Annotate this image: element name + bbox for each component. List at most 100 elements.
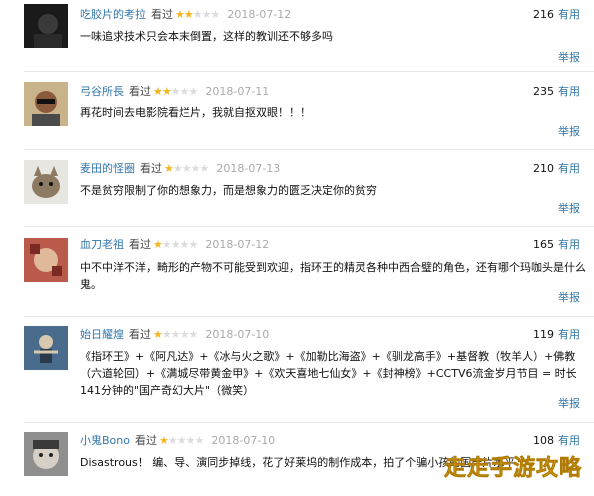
star-icon: ★: [179, 328, 190, 341]
star-icon: ★: [158, 434, 169, 447]
vote-count: 235: [533, 85, 554, 98]
comment-item: 麦田的怪圈 看过 ★★★★★ 2018-07-13 210 有用 不是贫穷限制了你的想象…: [0, 150, 594, 226]
comment-meta: 血刀老祖 看过 ★★★★★ 2018-07-12: [80, 236, 269, 254]
vote-area: 235 有用: [533, 83, 580, 101]
rating-stars: ★★★★★: [153, 326, 199, 344]
star-icon: ★: [176, 434, 187, 447]
comment-date: 2018-07-10: [205, 328, 270, 341]
divider: [24, 422, 594, 423]
site-watermark: 走走手游攻略: [443, 456, 582, 482]
star-icon: ★: [170, 85, 181, 98]
star-icon: ★: [179, 238, 190, 251]
rating-stars: ★★★★★: [153, 236, 198, 254]
useful-button[interactable]: 有用: [558, 85, 580, 98]
username-link[interactable]: 麦田的怪圈: [80, 162, 135, 175]
comment-meta: 麦田的怪圈 看过 ★★★★★ 2018-07-13: [80, 160, 280, 178]
useful-button[interactable]: 有用: [558, 238, 580, 251]
vote-area: 210 有用: [533, 160, 580, 178]
star-icon: ★: [210, 8, 221, 21]
dark-portrait-avatar[interactable]: [24, 4, 68, 48]
comment-meta: 弓谷所長 看过 ★★★★★ 2018-07-11: [80, 83, 269, 101]
watch-status: 看过: [129, 328, 151, 341]
comment-date: 2018-07-12: [205, 238, 270, 251]
cat-avatar[interactable]: [24, 160, 68, 204]
comment-text: 不是贫穷限制了你的想象力，而是想象力的匮乏决定你的贫穷: [80, 184, 377, 197]
rating-stars: ★★★★★: [153, 83, 199, 101]
star-icon: ★: [153, 238, 163, 251]
vote-area: 119 有用: [533, 326, 580, 344]
comment-date: 2018-07-11: [205, 85, 270, 98]
comment-item: 吃胶片的考拉 看过 ★★★★★ 2018-07-12 216 有用 一味追求技术只会本末…: [0, 0, 594, 72]
star-icon: ★: [170, 328, 181, 341]
vote-count: 108: [533, 434, 554, 447]
vote-area: 165 有用: [533, 236, 580, 254]
star-icon: ★: [153, 85, 163, 98]
report-link[interactable]: 举报: [558, 124, 580, 140]
star-icon: ★: [181, 162, 192, 175]
figure-avatar[interactable]: [24, 326, 68, 370]
username-link[interactable]: 小鬼Bono: [80, 434, 130, 447]
child-face-avatar[interactable]: [24, 432, 68, 476]
comment-meta: 吃胶片的考拉 看过 ★★★★★ 2018-07-12: [80, 6, 291, 24]
comment-text: 中不中洋不洋，畸形的产物不可能受到欢迎，指环王的精灵各种中西合璧的角色，还有哪个…: [80, 261, 586, 291]
star-icon: ★: [161, 328, 172, 341]
star-icon: ★: [192, 8, 203, 21]
star-icon: ★: [161, 85, 172, 98]
useful-button[interactable]: 有用: [558, 162, 580, 175]
rating-stars: ★★★★★: [175, 6, 221, 24]
report-link[interactable]: 举报: [558, 290, 580, 306]
vote-area: 108 有用: [533, 432, 580, 450]
report-link[interactable]: 举报: [558, 50, 580, 66]
watch-status: 看过: [151, 8, 173, 21]
rating-stars: ★★★★★: [158, 432, 204, 450]
star-icon: ★: [170, 238, 181, 251]
comment-text: 《指环王》+《阿凡达》+《冰与火之歌》+《加勒比海盗》+《驯龙高手》+基督教（牧…: [80, 350, 577, 397]
username-link[interactable]: 始日耀煌: [80, 328, 124, 341]
watch-status: 看过: [134, 434, 157, 447]
star-icon: ★: [190, 162, 201, 175]
useful-button[interactable]: 有用: [558, 8, 580, 21]
star-icon: ★: [201, 8, 212, 21]
comment-text: 再花时间去电影院看烂片，我就自抠双眼！！！: [80, 106, 311, 119]
username-link[interactable]: 血刀老祖: [80, 238, 124, 251]
comment-item: 血刀老祖 看过 ★★★★★ 2018-07-12 165 有用 中不中洋不洋，畸形的产物…: [0, 228, 594, 318]
vote-count: 119: [533, 328, 554, 341]
useful-button[interactable]: 有用: [558, 434, 580, 447]
comment-text: 一味追求技术只会本末倒置，这样的教训还不够多吗: [80, 30, 333, 43]
star-icon: ★: [194, 434, 204, 447]
vote-count: 165: [533, 238, 554, 251]
star-icon: ★: [172, 162, 183, 175]
comment-list: 吃胶片的考拉 看过 ★★★★★ 2018-07-12 216 有用 一味追求技术只会本末…: [0, 0, 594, 496]
hands-avatar[interactable]: [24, 238, 68, 282]
man-sunglasses-avatar[interactable]: [24, 82, 68, 126]
star-icon: ★: [153, 328, 163, 341]
vote-count: 216: [533, 8, 554, 21]
rating-stars: ★★★★★: [164, 160, 210, 178]
watch-status: 看过: [140, 162, 162, 175]
username-link[interactable]: 弓谷所長: [80, 85, 124, 98]
report-link[interactable]: 举报: [558, 201, 580, 217]
divider: [24, 316, 594, 317]
comment-date: 2018-07-12: [227, 8, 292, 21]
watch-status: 看过: [129, 238, 151, 251]
vote-area: 216 有用: [533, 6, 580, 24]
comment-item: 弓谷所長 看过 ★★★★★ 2018-07-11 235 有用 再花时间去电影院看烂片，…: [0, 72, 594, 152]
star-icon: ★: [164, 162, 174, 175]
useful-button[interactable]: 有用: [558, 328, 580, 341]
comment-meta: 小鬼Bono 看过 ★★★★★ 2018-07-10: [80, 432, 275, 450]
comment-date: 2018-07-10: [211, 434, 276, 447]
watch-status: 看过: [129, 85, 151, 98]
comment-date: 2018-07-13: [216, 162, 281, 175]
star-icon: ★: [175, 8, 185, 21]
star-icon: ★: [167, 434, 178, 447]
star-icon: ★: [179, 85, 190, 98]
star-icon: ★: [188, 328, 199, 341]
star-icon: ★: [199, 162, 210, 175]
report-link[interactable]: 举报: [558, 396, 580, 412]
comment-meta: 始日耀煌 看过 ★★★★★ 2018-07-10: [80, 326, 269, 344]
username-link[interactable]: 吃胶片的考拉: [80, 8, 146, 21]
star-icon: ★: [183, 8, 194, 21]
vote-count: 210: [533, 162, 554, 175]
star-icon: ★: [188, 85, 199, 98]
comment-item: 始日耀煌 看过 ★★★★★ 2018-07-10 119 有用 《指环王》+《阿凡达》+…: [0, 318, 594, 422]
